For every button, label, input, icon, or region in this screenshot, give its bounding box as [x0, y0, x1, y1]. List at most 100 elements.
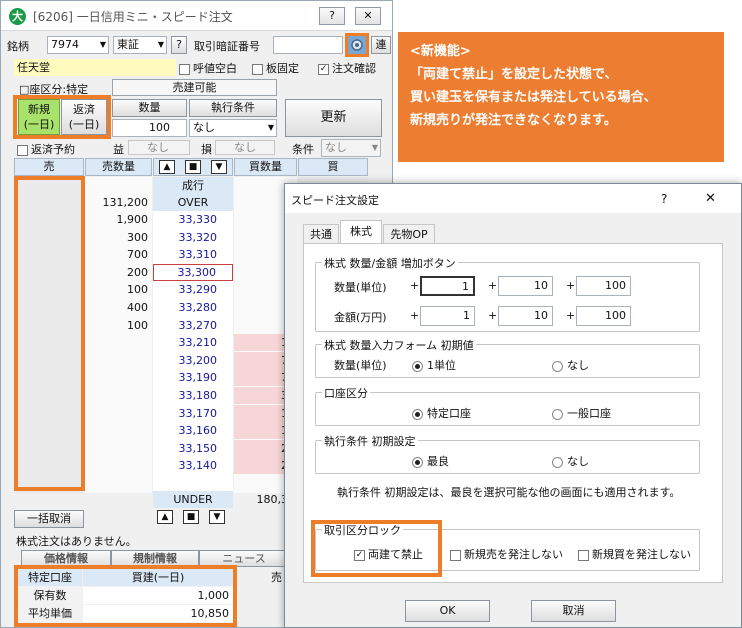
- radio-label: なし: [567, 359, 589, 372]
- qty-step-2-input[interactable]: 10: [498, 276, 553, 296]
- group-increment-buttons: 株式 数量/金額 増加ボタン 数量(単位) 金額(万円) + 1 + 10 + …: [315, 255, 700, 332]
- symbol-code-value: 7974: [51, 38, 79, 51]
- scroll-center-icon[interactable]: ■: [185, 160, 201, 174]
- scroll-down-icon[interactable]: ▼: [211, 160, 227, 174]
- qty-input[interactable]: 100: [112, 119, 187, 137]
- over-label: OVER: [153, 194, 233, 211]
- price-cell[interactable]: 33,320: [153, 229, 233, 246]
- repay-reserve-checkbox[interactable]: 返済予約: [17, 141, 75, 157]
- symbol-help-button[interactable]: ?: [171, 36, 187, 54]
- price-cell[interactable]: 33,140: [153, 457, 233, 474]
- tab-stock[interactable]: 株式: [340, 220, 382, 244]
- scroll-up-icon[interactable]: ▲: [159, 160, 175, 174]
- group-exec-initial: 執行条件 初期設定 最良 なし: [315, 433, 700, 474]
- dialog-close-icon[interactable]: ✕: [705, 191, 716, 206]
- radio-icon: [552, 408, 563, 420]
- tab-futures-op[interactable]: 先物OP: [383, 224, 435, 244]
- tab-common[interactable]: 共通: [303, 224, 339, 244]
- radio-best[interactable]: 最良: [412, 453, 449, 469]
- exec-combo[interactable]: なし ▼: [189, 119, 277, 137]
- amount-step-3-input[interactable]: 100: [576, 306, 631, 326]
- gear-icon: [351, 39, 363, 51]
- exchange-value: 東証: [117, 38, 139, 51]
- symbol-code-combo[interactable]: 7974 ▼: [47, 36, 109, 54]
- price-cell[interactable]: 33,180: [153, 387, 233, 404]
- price-cell[interactable]: 33,330: [153, 211, 233, 228]
- checkbox-label: 新規買を発注しない: [592, 548, 691, 561]
- radio-icon: [552, 360, 563, 372]
- loss-input[interactable]: なし: [215, 140, 275, 155]
- amount-step-1-input[interactable]: 1: [420, 306, 475, 326]
- price-cell[interactable]: 33,150: [153, 440, 233, 457]
- cond-combo[interactable]: なし ▼: [321, 139, 381, 157]
- price-cell[interactable]: 33,190: [153, 369, 233, 386]
- col-buy-qty-header: 買数量: [234, 158, 297, 176]
- exchange-combo[interactable]: 東証 ▼: [113, 36, 167, 54]
- cancel-all-button[interactable]: 一括取消: [14, 510, 84, 528]
- radio-specific-account[interactable]: 特定口座: [412, 405, 471, 421]
- yobine-label: 呼値空白: [193, 62, 237, 75]
- check-icon: ✓: [318, 63, 329, 75]
- callout-line2: 買い建玉を保有または発注している場合、: [410, 90, 657, 105]
- sell-qty-cell: 100: [127, 283, 148, 296]
- yobine-checkbox[interactable]: 呼値空白: [179, 60, 237, 76]
- price-cell[interactable]: 33,200: [153, 352, 233, 369]
- qty-step-3-input[interactable]: 100: [576, 276, 631, 296]
- connect-button[interactable]: 連: [371, 36, 391, 54]
- sell-qty-cell: [85, 422, 152, 439]
- scroll-up-icon[interactable]: ▲: [157, 510, 173, 524]
- scroll-down-icon[interactable]: ▼: [209, 510, 225, 524]
- sell-qty-cell: [85, 334, 152, 351]
- qty-unit-label: 数量(単位): [334, 359, 387, 372]
- qty-step-1-input[interactable]: 1: [420, 276, 475, 296]
- radio-label: なし: [567, 455, 589, 468]
- highlight-new-repay: [13, 95, 111, 139]
- cancel-button[interactable]: 取消: [531, 600, 616, 622]
- callout-heading: <新機能>: [410, 44, 471, 59]
- radio-none[interactable]: なし: [552, 357, 589, 373]
- exec-value: なし: [193, 121, 215, 134]
- cond-label: 条件: [292, 143, 314, 156]
- confirm-checkbox[interactable]: ✓ 注文確認: [318, 60, 376, 76]
- price-cell[interactable]: 33,170: [153, 405, 233, 422]
- radio-general-account[interactable]: 一般口座: [552, 405, 611, 421]
- radio-one-unit[interactable]: 1単位: [412, 357, 456, 373]
- chevron-down-icon: ▼: [157, 40, 164, 49]
- price-cell[interactable]: 33,270: [153, 317, 233, 334]
- checkbox-box: [450, 549, 461, 561]
- ok-button[interactable]: OK: [405, 600, 490, 622]
- price-cell[interactable]: 33,160: [153, 422, 233, 439]
- col-sell-header: 売: [14, 158, 84, 176]
- pin-input[interactable]: [273, 36, 343, 54]
- plus-sign: +: [410, 309, 420, 322]
- amount-step-2-input[interactable]: 10: [498, 306, 553, 326]
- market-order-row[interactable]: 成行: [153, 177, 233, 194]
- radio-exec-none[interactable]: なし: [552, 453, 589, 469]
- radio-label: 1単位: [427, 359, 456, 372]
- checkbox-box: [252, 63, 263, 75]
- close-icon[interactable]: ✕: [355, 7, 381, 25]
- callout-line1: 「両建て禁止」を設定した状態で、: [410, 67, 618, 82]
- price-cell[interactable]: 33,210: [153, 334, 233, 351]
- highlight-sell-column: [14, 176, 85, 491]
- lock-new-buy-checkbox[interactable]: 新規買を発注しない: [578, 546, 691, 562]
- price-cell[interactable]: 33,300: [153, 264, 233, 281]
- profit-input[interactable]: なし: [128, 140, 190, 155]
- radio-label: 特定口座: [427, 407, 471, 420]
- checkbox-box: [179, 63, 190, 75]
- price-cell[interactable]: 33,310: [153, 246, 233, 263]
- cond-value: なし: [325, 141, 347, 154]
- help-button[interactable]: ?: [319, 7, 345, 25]
- plus-sign: +: [410, 279, 420, 292]
- scroll-center-icon[interactable]: ■: [183, 510, 199, 524]
- lock-new-sell-checkbox[interactable]: 新規売を発注しない: [450, 546, 563, 562]
- loss-label: 損: [201, 143, 212, 156]
- dialog-help-button[interactable]: ?: [661, 192, 667, 206]
- sell-qty-cell: [85, 369, 152, 386]
- itafix-checkbox[interactable]: 板固定: [252, 60, 299, 76]
- col-buy-header: 買: [298, 158, 368, 176]
- update-button[interactable]: 更新: [285, 99, 382, 137]
- price-cell[interactable]: 33,280: [153, 299, 233, 316]
- settings-gear-icon[interactable]: [345, 33, 369, 57]
- price-cell[interactable]: 33,290: [153, 281, 233, 298]
